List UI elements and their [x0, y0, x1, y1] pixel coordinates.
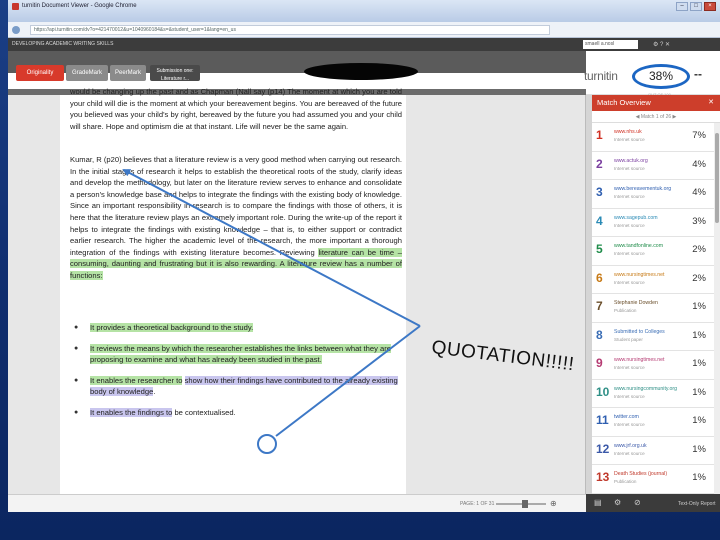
- annotation-circle: [257, 434, 277, 454]
- arrow-to-citation: [122, 169, 421, 327]
- screenshot-frame: turnitin Document Viewer - Google Chrome…: [8, 0, 720, 512]
- arrow-to-bullet: [275, 325, 421, 437]
- annotation-overlay: [122, 169, 421, 454]
